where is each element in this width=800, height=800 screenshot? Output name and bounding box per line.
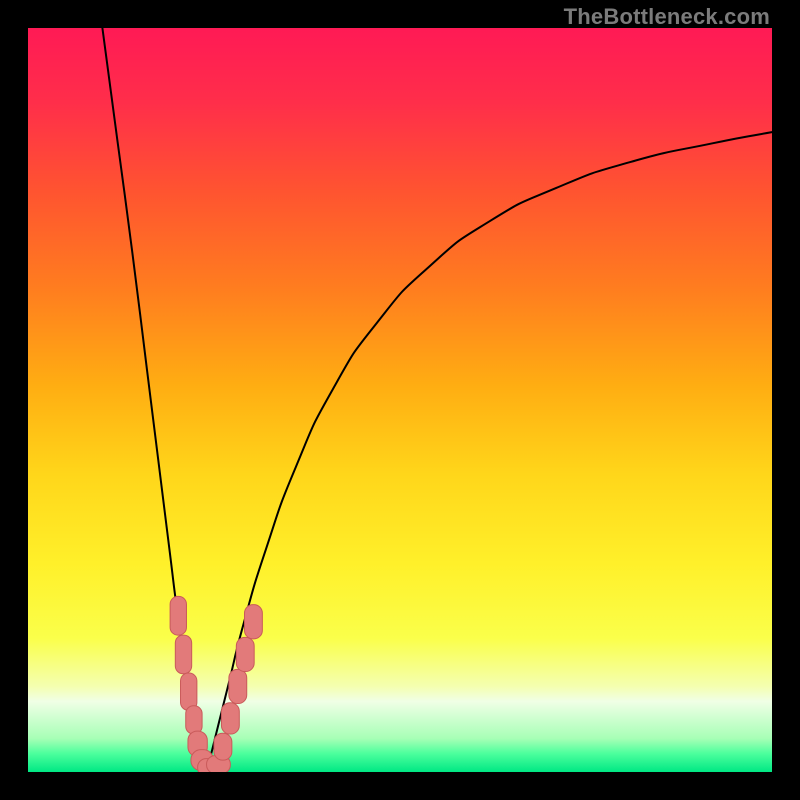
marker [175,635,191,674]
marker [181,673,197,710]
gradient-background [28,28,772,772]
watermark-text: TheBottleneck.com [564,4,770,30]
chart-svg [28,28,772,772]
marker [186,706,202,734]
marker [245,605,263,639]
outer-frame: TheBottleneck.com [0,0,800,800]
marker [229,669,247,703]
marker [170,596,186,635]
marker [214,733,232,760]
plot-area [28,28,772,772]
marker [236,637,254,671]
marker [221,703,239,734]
